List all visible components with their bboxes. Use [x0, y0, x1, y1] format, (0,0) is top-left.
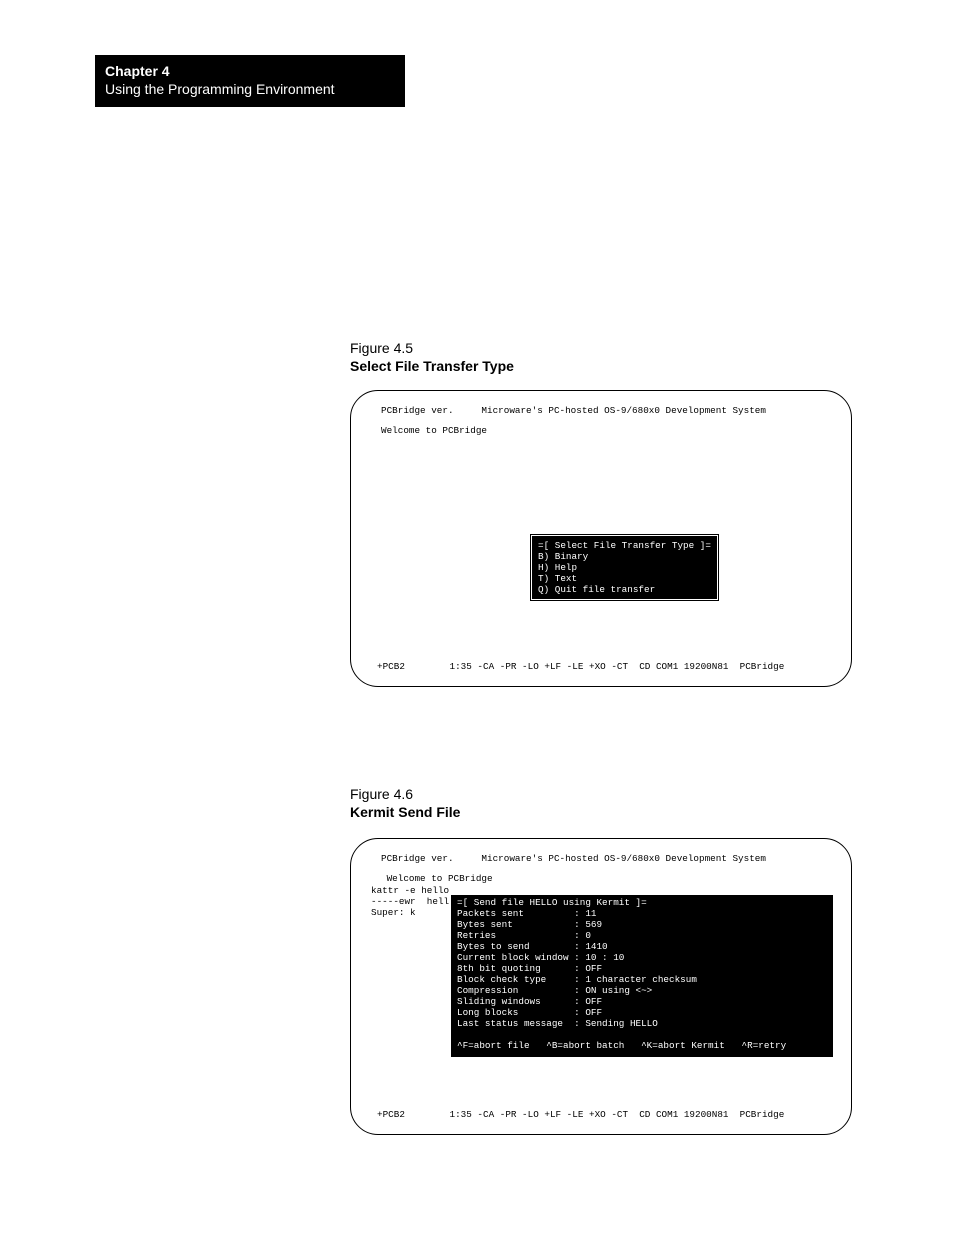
chapter-header: Chapter 4 Using the Programming Environm…	[95, 55, 405, 107]
stat-compression: Compression : ON using <~>	[457, 985, 827, 996]
key-hints: ^F=abort file ^B=abort batch ^K=abort Ke…	[457, 1040, 827, 1051]
stat-packets-sent: Packets sent : 11	[457, 908, 827, 919]
stat-block-window: Current block window : 10 : 10	[457, 952, 827, 963]
figure-caption: Kermit Send File	[350, 804, 460, 820]
figure-number: Figure 4.6	[350, 786, 460, 802]
pcbridge-header: PCBridge ver. Microware's PC-hosted OS-9…	[381, 405, 766, 416]
stat-block-check: Block check type : 1 character checksum	[457, 974, 827, 985]
stat-last-message: Last status message : Sending HELLO	[457, 1018, 827, 1029]
status-bar: +PCB2 1:35 -CA -PR -LO +LF -LE +XO -CT C…	[377, 661, 784, 672]
kattr-command: kattr -e hello	[371, 885, 449, 896]
menu-item-text[interactable]: T) Text	[538, 573, 711, 584]
menu-item-binary[interactable]: B) Binary	[538, 551, 711, 562]
super-prompt: Super: k	[371, 907, 416, 918]
menu-title: =[ Select File Transfer Type ]=	[538, 540, 711, 551]
chapter-number: Chapter 4	[105, 63, 395, 79]
stat-retries: Retries : 0	[457, 930, 827, 941]
stat-bytes-sent: Bytes sent : 569	[457, 919, 827, 930]
welcome-text: Welcome to PCBridge	[381, 425, 487, 436]
figure-number: Figure 4.5	[350, 340, 514, 356]
stat-sliding-windows: Sliding windows : OFF	[457, 996, 827, 1007]
menu-item-quit[interactable]: Q) Quit file transfer	[538, 584, 711, 595]
pcbridge-header: PCBridge ver. Microware's PC-hosted OS-9…	[381, 853, 766, 864]
menu-item-help[interactable]: H) Help	[538, 562, 711, 573]
blank-line	[457, 1029, 827, 1040]
figure-4-5-screen: PCBridge ver. Microware's PC-hosted OS-9…	[350, 390, 852, 687]
stat-bytes-to-send: Bytes to send : 1410	[457, 941, 827, 952]
figure-4-6-label: Figure 4.6 Kermit Send File	[350, 786, 460, 820]
chapter-subtitle: Using the Programming Environment	[105, 81, 395, 97]
status-bar: +PCB2 1:35 -CA -PR -LO +LF -LE +XO -CT C…	[377, 1109, 784, 1120]
stat-8th-bit: 8th bit quoting : OFF	[457, 963, 827, 974]
file-transfer-type-menu: =[ Select File Transfer Type ]= B) Binar…	[531, 535, 718, 600]
welcome-text: Welcome to PCBridge	[381, 873, 493, 884]
ewr-output: -----ewr hell	[371, 896, 449, 907]
figure-4-6-screen: PCBridge ver. Microware's PC-hosted OS-9…	[350, 838, 852, 1135]
stat-long-blocks: Long blocks : OFF	[457, 1007, 827, 1018]
kermit-send-panel: =[ Send file HELLO using Kermit ]= Packe…	[451, 895, 833, 1057]
figure-caption: Select File Transfer Type	[350, 358, 514, 374]
panel-title: =[ Send file HELLO using Kermit ]=	[457, 897, 827, 908]
figure-4-5-label: Figure 4.5 Select File Transfer Type	[350, 340, 514, 374]
